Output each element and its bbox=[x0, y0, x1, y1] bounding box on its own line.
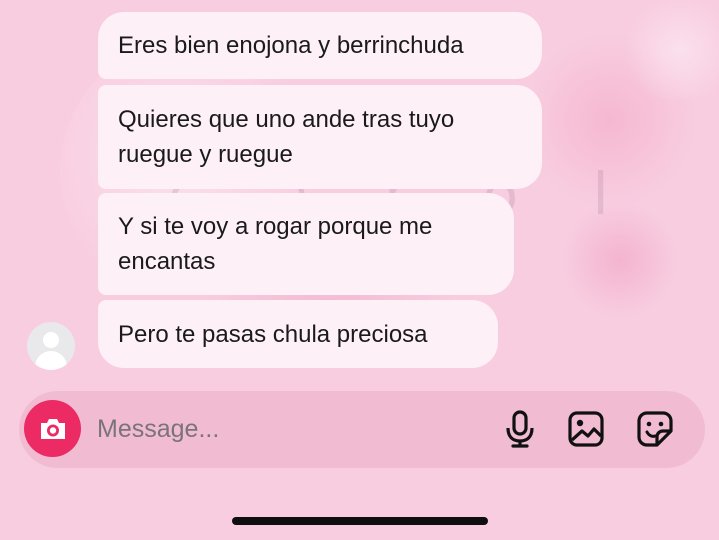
image-icon bbox=[568, 411, 604, 447]
avatar-shoulders bbox=[35, 351, 67, 370]
message-input[interactable] bbox=[97, 411, 477, 447]
message-bubble[interactable]: Eres bien enojona y berrinchuda bbox=[98, 12, 542, 79]
message-text-line: Y si te voy a rogar porque me bbox=[118, 213, 433, 240]
sticker-icon bbox=[637, 411, 673, 447]
message-bubble[interactable]: Quieres que uno ande tras tuyo ruegue y … bbox=[98, 85, 542, 189]
avatar-head bbox=[43, 332, 59, 348]
sticker-button[interactable] bbox=[634, 408, 676, 450]
message-composer bbox=[19, 391, 705, 468]
message-text-line: Quieres que uno ande tras tuyo bbox=[118, 106, 455, 133]
avatar[interactable] bbox=[27, 322, 75, 370]
microphone-button[interactable] bbox=[499, 408, 541, 450]
message-text: Eres bien enojona y berrinchuda bbox=[118, 32, 464, 59]
camera-icon bbox=[40, 418, 65, 439]
home-indicator[interactable] bbox=[232, 517, 488, 525]
camera-button[interactable] bbox=[24, 400, 81, 457]
microphone-icon bbox=[506, 410, 534, 448]
message-bubble[interactable]: Y si te voy a rogar porque me encantas bbox=[98, 193, 514, 295]
message-text-line: ruegue y ruegue bbox=[118, 141, 293, 168]
gallery-button[interactable] bbox=[565, 408, 607, 450]
message-bubble[interactable]: Pero te pasas chula preciosa bbox=[98, 300, 498, 368]
message-text: Pero te pasas chula preciosa bbox=[118, 321, 428, 348]
message-text-line: encantas bbox=[118, 248, 216, 275]
